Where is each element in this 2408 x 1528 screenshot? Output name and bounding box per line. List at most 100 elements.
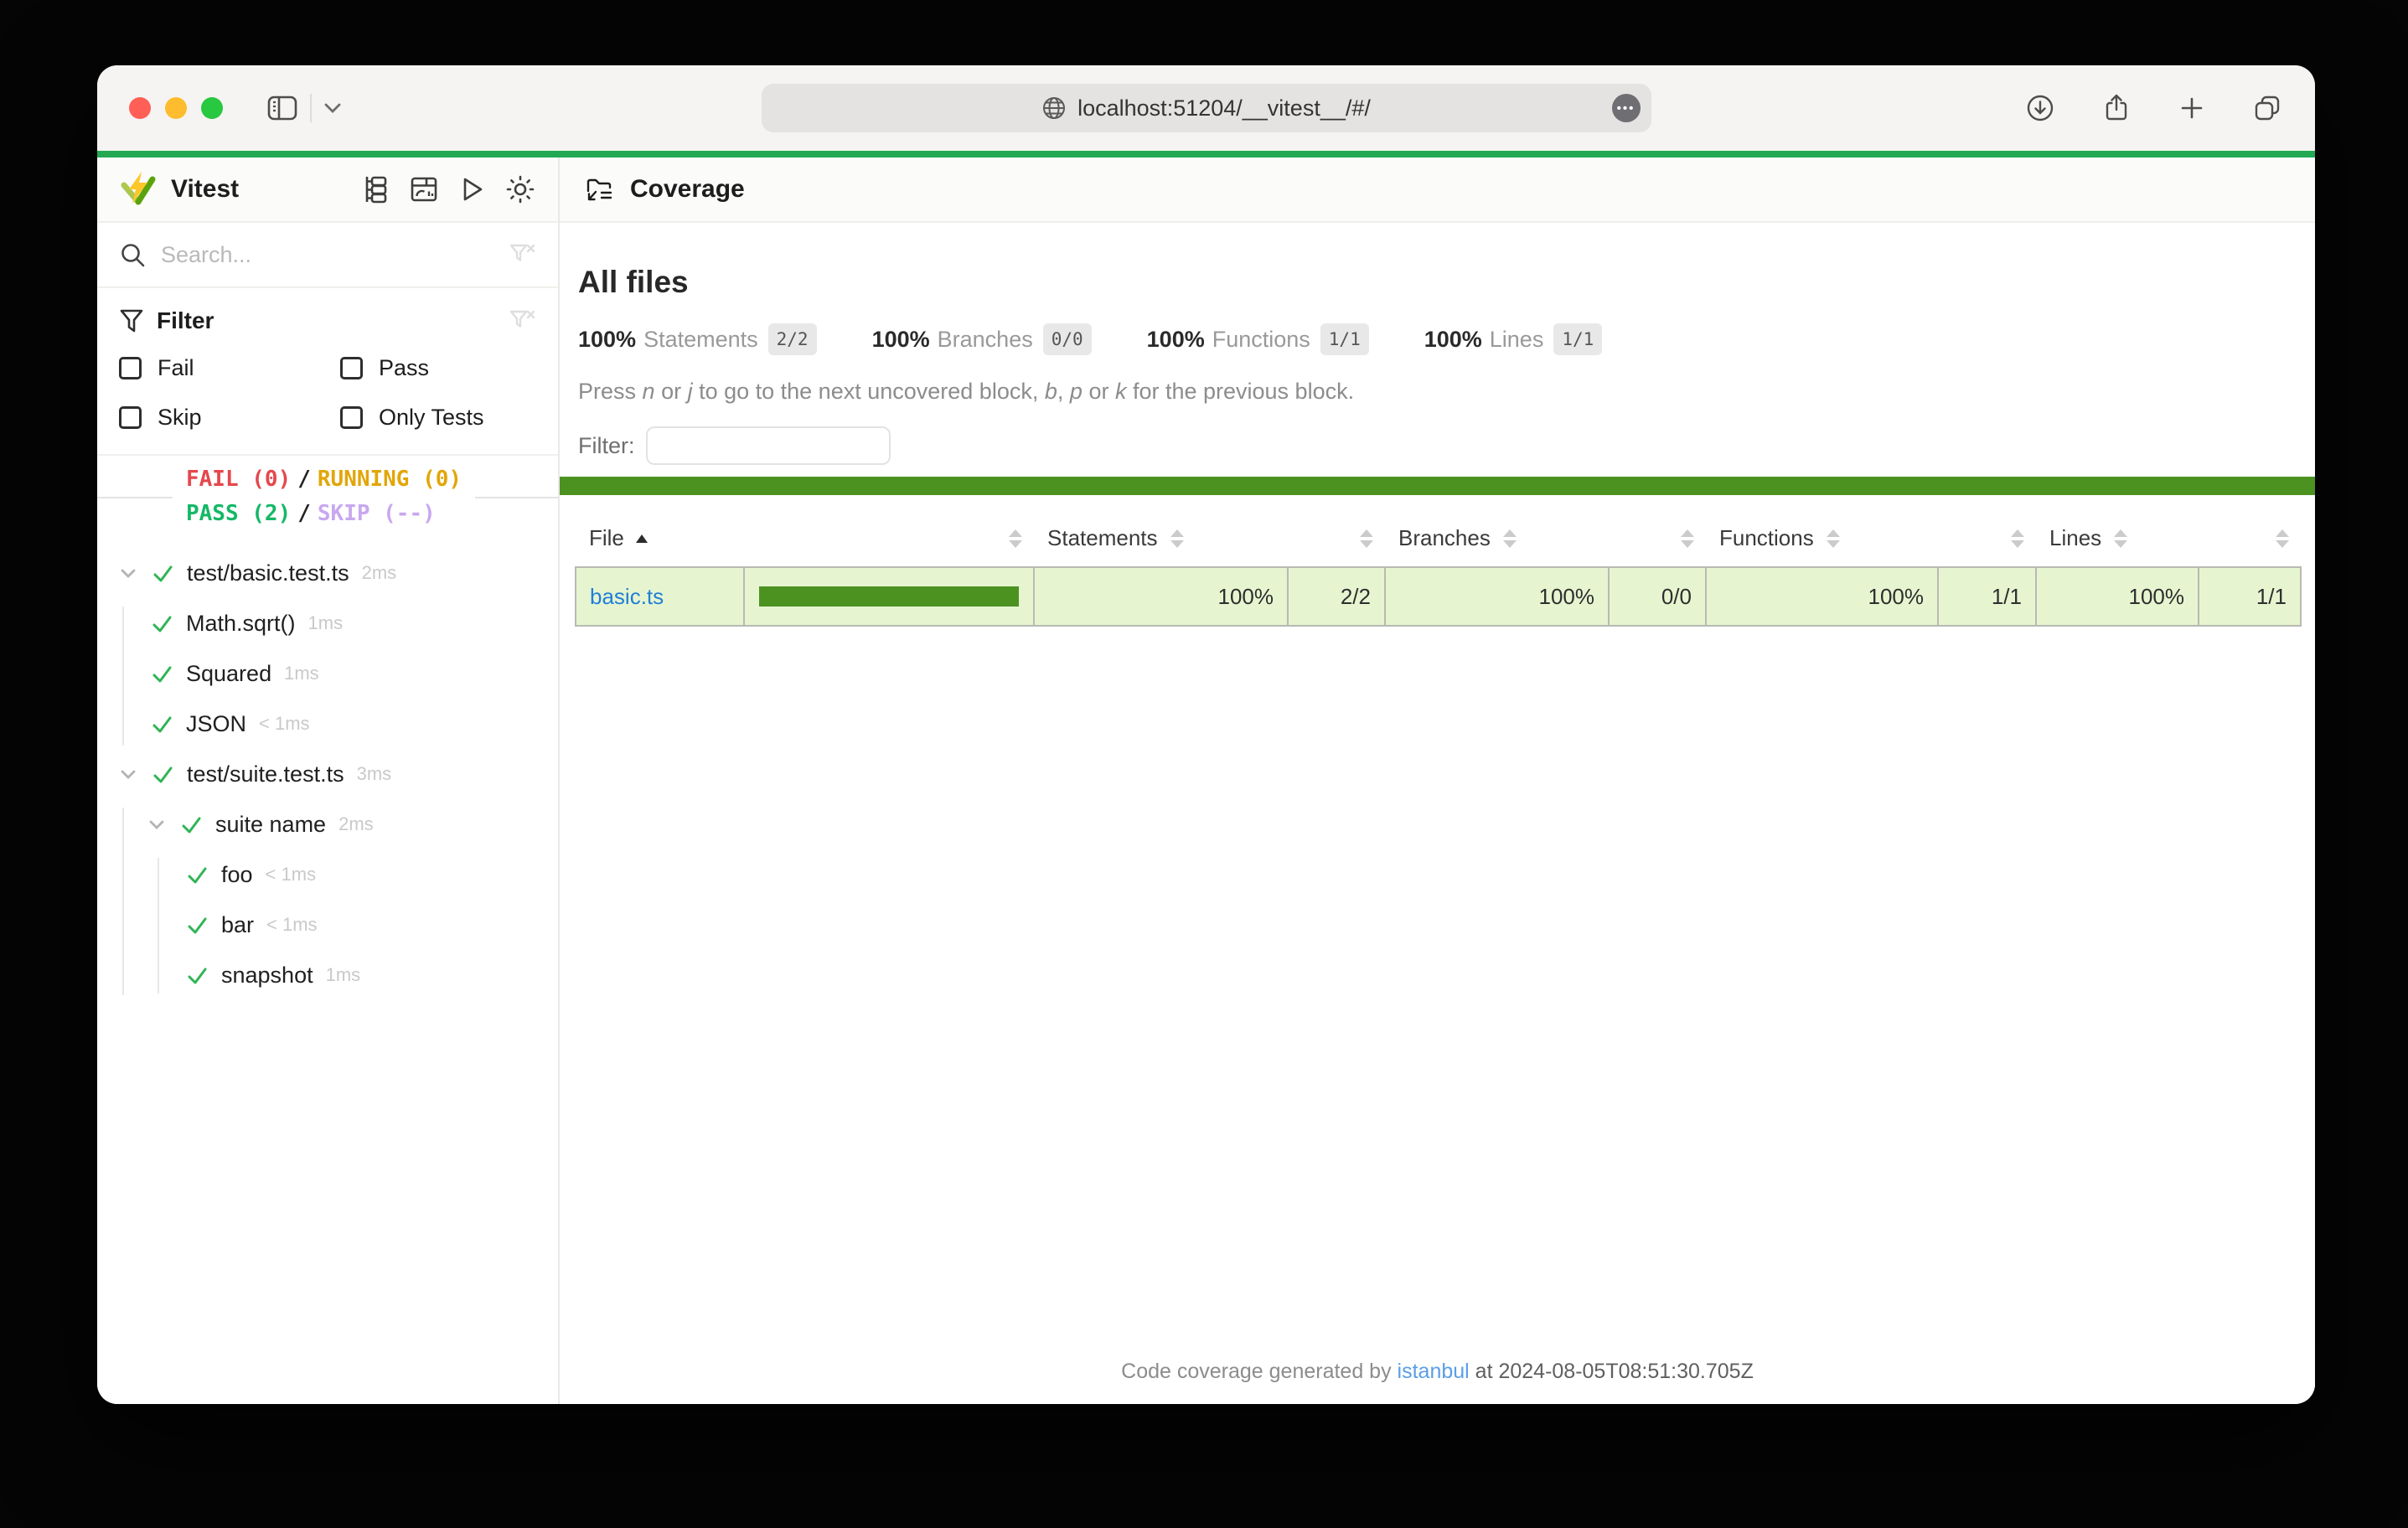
main-panel: Coverage All files 100%Statements2/2 100… [560,157,2315,1404]
fraction-badge: 0/0 [1043,323,1092,355]
chevron-down-icon[interactable] [146,813,168,835]
checkbox-icon[interactable] [340,357,363,379]
tree-view-icon[interactable] [360,174,390,204]
zoom-window-button[interactable] [201,97,223,119]
minimize-window-button[interactable] [165,97,187,119]
checkbox-icon[interactable] [119,357,142,379]
test-case-row[interactable]: Math.sqrt() 1ms [97,598,558,648]
file-link[interactable]: basic.ts [590,584,664,609]
sort-arrows-icon[interactable] [1170,529,1184,548]
file-filter-input[interactable] [646,426,891,465]
test-label: bar [221,912,254,938]
test-file-row[interactable]: test/basic.test.ts 2ms [97,548,558,598]
close-window-button[interactable] [129,97,151,119]
test-label: test/basic.test.ts [187,560,349,586]
pass-check-icon [151,612,173,635]
sort-arrows-icon[interactable] [1360,529,1373,548]
filter-checkbox-only-tests[interactable]: Only Tests [340,405,536,431]
column-header-lines[interactable]: Lines [2036,510,2199,567]
tree-guide-line [158,858,159,994]
functions-raw-cell: 1/1 [1938,567,2036,626]
page-accent-line [97,151,2315,157]
column-header-statements[interactable]: Statements [1034,510,1288,567]
column-header-lines-raw[interactable] [2199,510,2301,567]
filter-checkbox-fail[interactable]: Fail [119,355,340,381]
summary-line-2: PASS (2)/SKIP (--) [186,497,462,531]
test-duration: 3ms [357,763,392,785]
fraction-badge: 1/1 [1320,323,1369,355]
pass-check-icon [151,663,173,685]
branches-summary: 100%Branches0/0 [872,323,1092,355]
test-suite-row[interactable]: suite name 2ms [97,799,558,849]
test-label: snapshot [221,963,313,989]
istanbul-link[interactable]: istanbul [1398,1360,1470,1383]
run-all-icon[interactable] [457,175,486,204]
test-label: test/suite.test.ts [187,761,344,787]
column-header-functions-raw[interactable] [1938,510,2036,567]
checkbox-icon[interactable] [119,406,142,429]
test-duration: 2ms [362,562,397,584]
footer-text: Code coverage generated by [1121,1360,1397,1383]
clear-filter-icon[interactable] [508,307,536,335]
filter-checkbox-skip[interactable]: Skip [119,405,340,431]
summary-divider: / [291,501,318,526]
file-filter-label: Filter: [578,433,635,459]
sort-arrows-icon[interactable] [1681,529,1694,548]
test-duration: 1ms [326,964,361,986]
sort-ascending-icon [636,534,648,543]
tree-guide-line [122,607,124,746]
address-bar[interactable]: localhost:51204/__vitest__/#/ ••• [762,84,1651,132]
search-input[interactable] [161,242,493,268]
pass-check-icon [186,864,209,886]
new-tab-icon[interactable] [2178,94,2206,122]
test-duration: < 1ms [259,713,310,735]
tab-group-chevron-icon[interactable] [323,102,342,114]
filter-title: Filter [157,307,214,334]
column-header-file[interactable]: File [576,510,744,567]
summary-line-1: FAIL (0)/RUNNING (0) [186,462,462,497]
column-header-chart[interactable] [744,510,1034,567]
pass-check-icon [151,713,173,736]
test-case-row[interactable]: JSON < 1ms [97,699,558,749]
clear-search-filter-icon[interactable] [508,240,536,269]
sort-arrows-icon[interactable] [2114,529,2127,548]
window-controls [129,97,223,119]
vitest-logo-icon [119,171,158,208]
sort-arrows-icon[interactable] [1503,529,1517,548]
sort-arrows-icon[interactable] [1827,529,1840,548]
test-label: Squared [186,661,271,687]
share-icon[interactable] [2101,92,2132,124]
chevron-down-icon[interactable] [117,763,139,785]
column-header-branches-raw[interactable] [1609,510,1706,567]
downloads-icon[interactable] [2025,93,2055,123]
checkbox-icon[interactable] [340,406,363,429]
dashboard-icon[interactable] [409,174,439,204]
coverage-report: All files 100%Statements2/2 100%Branches… [560,223,2315,1404]
checkbox-label: Fail [158,355,194,381]
sort-arrows-icon[interactable] [2011,529,2024,548]
statements-raw-cell: 2/2 [1288,567,1385,626]
page-options-button[interactable]: ••• [1612,94,1641,122]
test-case-row[interactable]: Squared 1ms [97,648,558,699]
tab-overview-icon[interactable] [2251,92,2283,124]
chevron-down-icon[interactable] [117,562,139,584]
browser-window: localhost:51204/__vitest__/#/ ••• [97,65,2315,1404]
test-label: foo [221,862,253,888]
checkbox-label: Pass [379,355,429,381]
test-file-row[interactable]: test/suite.test.ts 3ms [97,749,558,799]
filter-checkbox-pass[interactable]: Pass [340,355,536,381]
sort-arrows-icon[interactable] [1009,529,1022,548]
branches-pct-cell: 100% [1385,567,1609,626]
browser-toolbar: localhost:51204/__vitest__/#/ ••• [97,65,2315,151]
toolbar-divider [310,94,312,122]
column-header-statements-raw[interactable] [1288,510,1385,567]
theme-toggle-sun-icon[interactable] [504,173,536,205]
column-header-branches[interactable]: Branches [1385,510,1609,567]
test-case-row[interactable]: snapshot 1ms [97,950,558,1000]
sort-arrows-icon[interactable] [2276,529,2289,548]
test-label: JSON [186,711,246,737]
test-case-row[interactable]: bar < 1ms [97,900,558,950]
test-case-row[interactable]: foo < 1ms [97,849,558,900]
column-header-functions[interactable]: Functions [1706,510,1938,567]
sidebar-toggle-icon[interactable] [266,94,298,122]
